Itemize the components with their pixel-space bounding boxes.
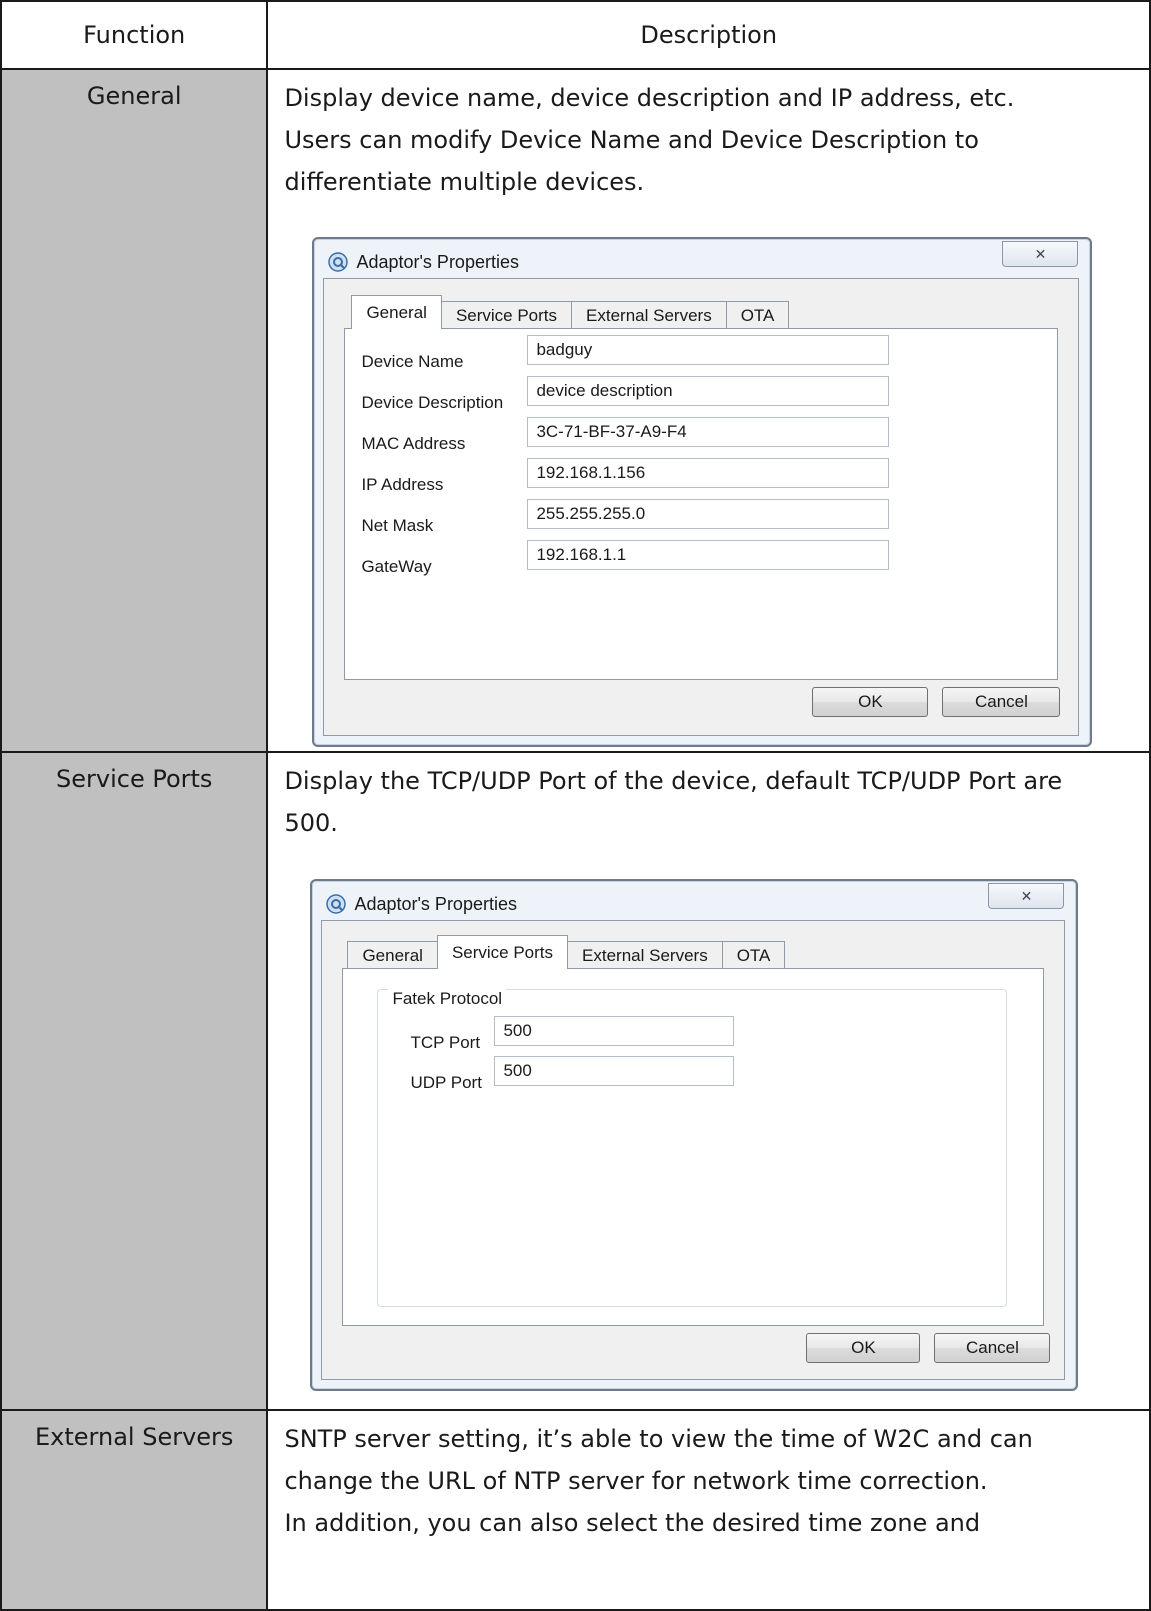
- tab-general[interactable]: General: [351, 295, 442, 329]
- udp-port-field[interactable]: 500: [494, 1056, 735, 1086]
- ok-button[interactable]: OK: [812, 687, 929, 717]
- app-icon: [326, 894, 347, 914]
- dialog-titlebar: Adaptor's Properties: [326, 891, 517, 917]
- tab-ota[interactable]: OTA: [721, 941, 786, 969]
- dialog-body: General Service Ports External Servers O…: [323, 278, 1080, 736]
- tcp-port-label: TCP Port: [410, 1033, 481, 1052]
- header-description: Description: [266, 0, 1151, 70]
- table-header-row: Function Description: [0, 0, 1151, 70]
- tab-panel-general: Device Name badguy Device Description de…: [344, 328, 1059, 680]
- tab-ota[interactable]: OTA: [725, 301, 790, 329]
- properties-dialog-service-ports: Adaptor's Properties ✕ General Service P…: [310, 879, 1079, 1391]
- description-text: Display device name, device description …: [284, 84, 1015, 196]
- gateway-label: GateWay: [361, 557, 432, 576]
- tcp-port-field[interactable]: 500: [494, 1016, 735, 1046]
- close-icon: ✕: [1034, 246, 1047, 262]
- description-cell: Display device name, device description …: [266, 68, 1151, 753]
- table-row: External Servers SNTP server setting, it…: [0, 1409, 1151, 1611]
- mac-address-label: MAC Address: [361, 434, 466, 453]
- dialog-titlebar: Adaptor's Properties: [328, 249, 519, 275]
- tab-external-servers[interactable]: External Servers: [571, 301, 727, 329]
- device-name-label: Device Name: [361, 352, 464, 371]
- ip-address-field[interactable]: 192.168.1.156: [527, 458, 890, 488]
- net-mask-label: Net Mask: [361, 516, 434, 535]
- cancel-button[interactable]: Cancel: [934, 1333, 1051, 1363]
- dialog-title: Adaptor's Properties: [354, 894, 517, 914]
- mac-address-field[interactable]: 3C-71-BF-37-A9-F4: [527, 417, 890, 447]
- cancel-button[interactable]: Cancel: [942, 687, 1061, 717]
- udp-port-label: UDP Port: [410, 1073, 482, 1092]
- gateway-field[interactable]: 192.168.1.1: [527, 540, 890, 570]
- tab-strip: General Service Ports External Servers O…: [351, 295, 790, 329]
- header-function: Function: [0, 0, 269, 70]
- table-row: Service Ports Display the TCP/UDP Port o…: [0, 751, 1151, 1411]
- fatek-protocol-group: Fatek Protocol TCP Port 500 UDP Port 500: [377, 978, 1008, 1307]
- description-cell: SNTP server setting, it’s able to view t…: [266, 1409, 1151, 1611]
- close-button[interactable]: ✕: [1002, 241, 1079, 267]
- tab-service-ports[interactable]: Service Ports: [440, 301, 573, 329]
- app-icon: [328, 252, 349, 272]
- function-table: Function Description General Display dev…: [0, 0, 1151, 1611]
- function-cell: General: [0, 68, 269, 753]
- ok-button[interactable]: OK: [806, 1333, 921, 1363]
- function-cell: Service Ports: [0, 751, 269, 1411]
- tab-general[interactable]: General: [347, 941, 438, 969]
- description-cell: Display the TCP/UDP Port of the device, …: [266, 751, 1151, 1411]
- function-cell: External Servers: [0, 1409, 269, 1611]
- close-icon: ✕: [1020, 888, 1033, 904]
- tab-strip: General Service Ports External Servers O…: [347, 935, 786, 969]
- tab-external-servers[interactable]: External Servers: [567, 941, 723, 969]
- dialog-title: Adaptor's Properties: [356, 252, 519, 272]
- device-name-field[interactable]: badguy: [527, 335, 890, 365]
- properties-dialog-general: Adaptor's Properties ✕ General Service P…: [312, 237, 1093, 747]
- dialog-body: General Service Ports External Servers O…: [321, 920, 1066, 1380]
- ip-address-label: IP Address: [361, 475, 444, 494]
- tab-service-ports[interactable]: Service Ports: [436, 935, 569, 969]
- description-text: SNTP server setting, it’s able to view t…: [284, 1425, 1033, 1537]
- tab-panel-service-ports: Fatek Protocol TCP Port 500 UDP Port 500: [342, 968, 1045, 1326]
- device-description-field[interactable]: device description: [527, 376, 890, 406]
- table-row: General Display device name, device desc…: [0, 68, 1151, 753]
- description-text: Display the TCP/UDP Port of the device, …: [284, 767, 1063, 837]
- close-button[interactable]: ✕: [988, 883, 1065, 909]
- group-title: Fatek Protocol: [388, 978, 507, 1020]
- net-mask-field[interactable]: 255.255.255.0: [527, 499, 890, 529]
- device-description-label: Device Description: [361, 393, 504, 412]
